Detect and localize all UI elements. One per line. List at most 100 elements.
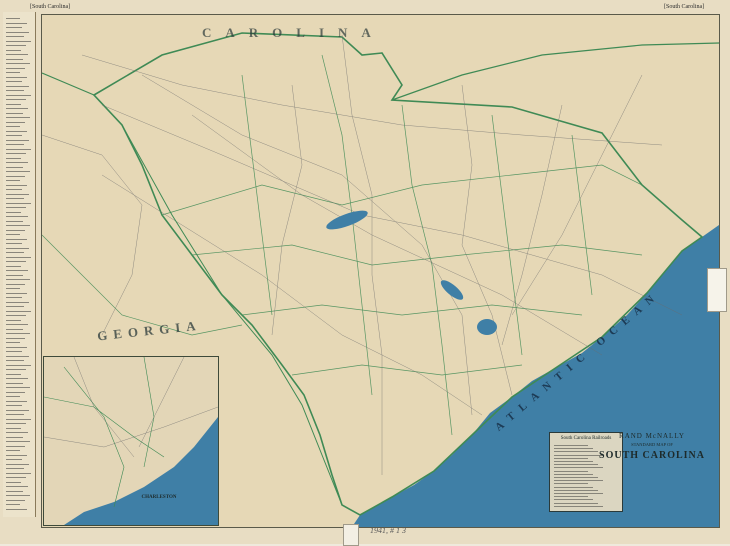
index-entry-line: [6, 162, 28, 164]
index-entry-line: [6, 54, 28, 56]
index-entry-line: [6, 85, 29, 87]
index-entry-line: [6, 391, 25, 393]
index-entry-line: [6, 405, 22, 407]
map-title-block: RAND McNALLY STANDARD MAP OF SOUTH CAROL…: [582, 412, 722, 520]
header-right-title: [South Carolina]: [664, 4, 705, 10]
lake-moultrie: [477, 319, 497, 335]
index-entry-line: [6, 94, 31, 96]
inset-lines: [44, 357, 165, 508]
index-entry-line: [6, 238, 27, 240]
index-entry-line: [6, 373, 21, 375]
index-entry-line: [6, 202, 31, 204]
index-entry-line: [6, 301, 29, 303]
index-entry-line: [6, 481, 21, 483]
index-entry-line: [6, 247, 29, 249]
index-entry-line: [6, 63, 30, 65]
index-entry-line: [6, 243, 22, 245]
library-stamp: [707, 268, 727, 312]
index-entry-line: [6, 234, 20, 236]
inset-roads: [44, 357, 218, 458]
index-entry-line: [6, 130, 27, 132]
index-entry-line: [6, 45, 26, 47]
index-entry-line: [6, 369, 26, 371]
index-entry-line: [6, 292, 27, 294]
index-entry-line: [6, 495, 30, 497]
index-entry-line: [6, 189, 22, 191]
index-entry-line: [6, 108, 28, 110]
index-entry-line: [6, 360, 24, 362]
title-publisher: RAND McNALLY: [619, 432, 685, 440]
index-entry-line: [6, 166, 23, 168]
index-entry-line: [6, 67, 25, 69]
index-entry-line: [6, 49, 21, 51]
index-entry-line: [6, 148, 31, 150]
index-entry-line: [6, 207, 26, 209]
index-entry-line: [6, 180, 20, 182]
map-sheet: [South Carolina] [South Carolina] GEORGI…: [0, 0, 730, 546]
index-entry-line: [6, 468, 24, 470]
inset-ocean: [64, 417, 218, 525]
index-entry-line: [6, 112, 23, 114]
index-entry-line: [6, 432, 28, 434]
index-entry-line: [6, 441, 30, 443]
title-subtitle: STANDARD MAP OF: [631, 442, 673, 447]
index-entry-line: [6, 436, 23, 438]
index-entry-line: [6, 463, 29, 465]
index-entry-line: [6, 315, 26, 317]
index-entry-line: [6, 297, 22, 299]
index-entry-line: [6, 409, 29, 411]
index-entry-line: [6, 382, 23, 384]
index-entry-line: [6, 58, 23, 60]
index-entry-line: [6, 175, 25, 177]
title-state: SOUTH CAROLINA: [599, 450, 705, 461]
index-entry-line: [6, 256, 31, 258]
side-index-list: [3, 12, 36, 517]
index-entry-line: [6, 499, 25, 501]
index-entry-line: [6, 508, 27, 510]
inset-caption: CHARLESTON: [141, 495, 177, 500]
index-entry-line: [6, 283, 25, 285]
index-entry-line: [6, 90, 24, 92]
index-entry-line: [6, 387, 30, 389]
index-entry-line: [6, 27, 22, 29]
index-entry-line: [6, 76, 27, 78]
index-entry-line: [6, 445, 25, 447]
index-entry-line: [6, 135, 22, 137]
index-entry-line: [6, 477, 26, 479]
index-entry-line: [6, 364, 31, 366]
north-carolina-label: CAROLINA: [202, 25, 385, 40]
index-entry-line: [6, 184, 27, 186]
index-entry-line: [6, 333, 30, 335]
index-entry-line: [6, 153, 26, 155]
index-entry-line: [6, 193, 29, 195]
index-entry-line: [6, 486, 28, 488]
charleston-inset: CHARLESTON: [43, 356, 219, 526]
index-entry-line: [6, 121, 25, 123]
index-entry-line: [6, 211, 21, 213]
index-entry-line: [6, 450, 20, 452]
index-entry-line: [6, 72, 20, 74]
index-entry-line: [6, 220, 23, 222]
index-entry-line: [6, 144, 24, 146]
index-entry-line: [6, 427, 21, 429]
index-entry-line: [6, 328, 23, 330]
index-entry-line: [6, 274, 23, 276]
index-entry-line: [6, 157, 21, 159]
index-entry-line: [6, 81, 22, 83]
index-entry-line: [6, 18, 20, 20]
index-entry-line: [6, 423, 26, 425]
index-entry-line: [6, 288, 20, 290]
index-entry-line: [6, 504, 20, 506]
index-entry-line: [6, 355, 29, 357]
index-entry-line: [6, 418, 31, 420]
index-entry-line: [6, 265, 21, 267]
index-entry-line: [6, 252, 24, 254]
index-entry-line: [6, 225, 30, 227]
index-entry-line: [6, 490, 23, 492]
library-tag: [343, 524, 359, 546]
handwritten-note: 1941, # 1 3: [370, 526, 406, 535]
index-entry-line: [6, 22, 27, 24]
index-entry-line: [6, 342, 20, 344]
index-entry-line: [6, 414, 24, 416]
index-entry-line: [6, 126, 20, 128]
